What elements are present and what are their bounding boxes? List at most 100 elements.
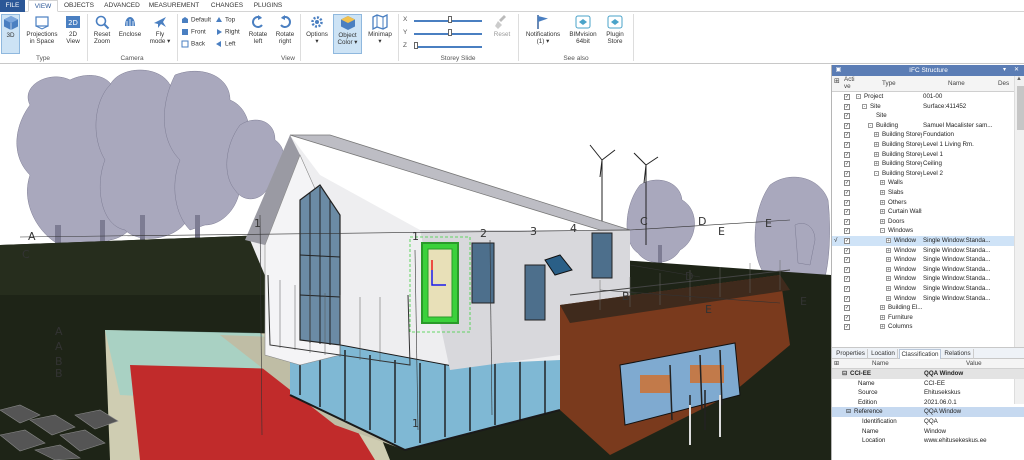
tree-row[interactable]: ✓ + Window Single Window:Standa... [832,255,1014,265]
view-back-button[interactable]: Back [181,40,205,49]
active-checkbox[interactable]: ✓ [844,113,850,120]
tree-row[interactable]: ✓ Site [832,111,1014,121]
options-button[interactable]: Options ▾ [303,14,331,54]
property-row[interactable]: Location www.ehitusekeskus.ee [832,436,1024,446]
3d-button[interactable]: 3D [1,14,20,54]
scrollbar-thumb[interactable] [1017,86,1024,130]
active-checkbox[interactable]: ✓ [844,180,850,187]
tree-row[interactable]: ✓ + Window Single Window:Standa... [832,265,1014,275]
expand-icon[interactable]: + [880,180,885,186]
expand-icon[interactable]: + [886,276,891,282]
tree-row[interactable]: ✓ - Project 001-00 [832,92,1014,102]
property-row[interactable]: Edition 2021.06.0.1 [832,398,1024,408]
rotate-left-button[interactable]: Rotate left [246,14,270,54]
slider-y-thumb[interactable] [448,29,452,36]
object-color-button[interactable]: Object Color ▾ [333,14,362,54]
tree-row[interactable]: ✓ - Site Surface:411452 [832,102,1014,112]
active-checkbox[interactable]: ✓ [844,218,850,225]
collapse-icon[interactable]: - [862,103,867,109]
tree-row[interactable]: ✓ + Building El... [832,303,1014,313]
tree-row[interactable]: ✓ + Columns [832,322,1014,332]
view-front-button[interactable]: Front [181,28,206,37]
active-checkbox[interactable]: ✓ [844,238,850,244]
bimvision-64bit-button[interactable]: BIMvision 64bit [567,14,599,54]
slider-z-thumb[interactable] [414,42,418,49]
tree-row[interactable]: ✓ + Doors [832,217,1014,227]
active-checkbox[interactable]: ✓ [844,324,850,331]
collapse-all-icon[interactable]: ⊞ [834,359,839,369]
reset-zoom-button[interactable]: Reset Zoom [90,14,114,54]
property-group-row[interactable]: ⊟ Reference QQA Window [832,407,1024,417]
expand-icon[interactable]: + [886,266,891,272]
column-type[interactable]: Type [882,80,896,87]
tree-row[interactable]: ✓ + Building Storey Ceiling [832,159,1014,169]
active-checkbox[interactable]: ✓ [844,247,850,254]
tree-row[interactable]: ✓ + Furniture [832,313,1014,323]
expand-icon[interactable]: + [874,151,879,157]
tab-classification[interactable]: Classification [899,349,941,359]
active-checkbox[interactable]: ✓ [844,94,850,100]
expand-icon[interactable]: + [886,238,891,244]
property-row[interactable]: Source Ehitusekskus [832,388,1024,398]
active-checkbox[interactable]: ✓ [844,132,850,139]
active-checkbox[interactable]: ✓ [844,209,850,216]
active-checkbox[interactable]: ✓ [844,142,850,148]
expand-icon[interactable]: + [880,199,885,205]
active-checkbox[interactable]: ✓ [844,305,850,312]
minimap-button[interactable]: Minimap ▾ [365,14,395,54]
tree-row[interactable]: ✓ - Building Samuel Macalister sam... [832,121,1014,131]
active-checkbox[interactable]: ✓ [844,295,850,302]
active-checkbox[interactable]: ✓ [844,199,850,206]
fly-mode-button[interactable]: Fly mode ▾ [147,14,173,54]
property-row[interactable]: Name CCI-EE [832,379,1024,389]
tab-file[interactable]: FILE [0,0,25,12]
expand-icon[interactable]: + [874,142,879,148]
property-row[interactable]: Name Window [832,427,1024,437]
enclose-button[interactable]: Enclose [117,14,143,54]
tab-objects[interactable]: OBJECTS [60,0,98,12]
expand-icon[interactable]: + [874,132,879,138]
collapse-icon[interactable]: ⊟ [846,407,851,417]
collapse-icon[interactable]: - [856,94,861,100]
tree-row[interactable]: ✓ + Curtain Walls [832,207,1014,217]
active-checkbox[interactable]: ✓ [844,286,850,292]
reset-slider-button[interactable]: Reset [489,14,515,54]
tree-row[interactable]: ✓ + Others [832,198,1014,208]
tree-row[interactable]: ✓ + Window Single Window:Standa... [832,274,1014,284]
plugin-store-button[interactable]: Plugin Store [601,14,629,54]
tree-row[interactable]: ✓ - Windows [832,226,1014,236]
expand-icon[interactable]: + [886,247,891,253]
tree-row[interactable]: ✓ + Slabs [832,188,1014,198]
2d-view-button[interactable]: 2D 2D View [62,14,84,54]
tree-row[interactable]: ✓ + Window Single Window:Standa... [832,294,1014,304]
view-left-button[interactable]: Left [215,40,236,49]
collapse-icon[interactable]: ⊟ [842,369,847,379]
tab-plugins[interactable]: PLUGINS [251,0,285,12]
3d-viewport[interactable]: A C A A B B 1 2 3 4 1 1 C D E E D E B E [0,65,831,460]
active-checkbox[interactable]: ✓ [844,276,850,283]
expand-icon[interactable]: + [880,218,885,224]
tree-row[interactable]: ✓ - Building Storey Level 2 [832,169,1014,179]
tree-row[interactable]: ✓ + Walls [832,178,1014,188]
view-right-button[interactable]: Right [215,28,240,37]
active-checkbox[interactable]: ✓ [844,103,850,110]
select-all-icon[interactable]: ⊞ [834,78,840,85]
tab-properties[interactable]: Properties [834,349,868,359]
active-checkbox[interactable]: ✓ [844,151,850,158]
expand-icon[interactable]: + [880,190,885,196]
property-row[interactable]: Identification QQA [832,417,1024,427]
column-description[interactable]: Des [998,80,1009,87]
expand-icon[interactable]: + [880,209,885,215]
projections-in-space-button[interactable]: Projections in Space [24,14,60,54]
column-active[interactable]: Acti ve [844,76,855,90]
active-checkbox[interactable]: ✓ [844,161,850,168]
tab-view[interactable]: VIEW [28,0,58,12]
active-checkbox[interactable]: ✓ [844,266,850,273]
expand-icon[interactable]: + [886,257,891,263]
expand-icon[interactable]: + [886,286,891,292]
active-checkbox[interactable]: ✓ [844,190,850,196]
expand-icon[interactable]: + [880,305,885,311]
scroll-up-icon[interactable]: ▲ [1016,76,1022,82]
expand-icon[interactable]: + [880,314,885,320]
expand-icon[interactable]: + [874,161,879,167]
